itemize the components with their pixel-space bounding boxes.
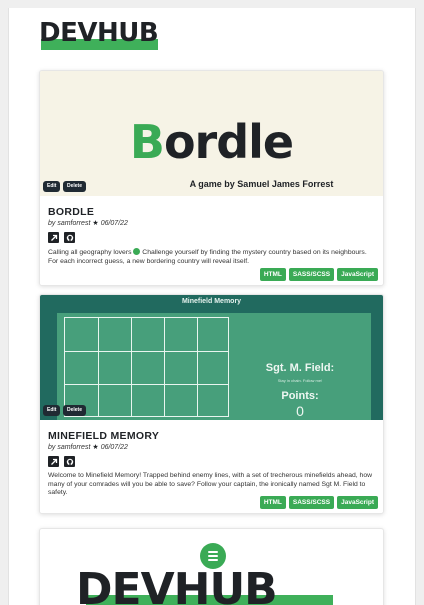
grid-line (197, 318, 198, 416)
thumbnail-points-label: Points: (281, 390, 319, 402)
project-card-bordle: Bordle A game by Samuel James Forrest Ed… (39, 70, 384, 286)
project-title[interactable]: MINEFIELD MEMORY (48, 430, 375, 442)
project-meta: by samforrest ★ 06/07/22 (48, 444, 375, 451)
tag-html[interactable]: HTML (259, 268, 286, 281)
project-thumbnail[interactable]: Minefield Memory Sgt. M. Field: Stay in … (40, 295, 383, 420)
star-icon[interactable]: ★ (92, 444, 98, 451)
tag-javascript[interactable]: JavaScript (337, 496, 378, 509)
project-author[interactable]: by samforrest (48, 444, 90, 451)
tag-javascript[interactable]: JavaScript (337, 268, 378, 281)
minefield-grid (64, 317, 229, 417)
tag-sass[interactable]: SASS/SCSS (288, 268, 335, 281)
external-link-icon[interactable] (48, 456, 59, 467)
project-title[interactable]: BORDLE (48, 206, 375, 218)
grid-line (65, 384, 228, 385)
project-tags: HTML SASS/SCSS JavaScript (259, 496, 378, 509)
grid-line (98, 318, 99, 416)
thumbnail-subtitle: A game by Samuel James Forrest (189, 179, 334, 189)
edit-button[interactable]: Edit (43, 405, 61, 416)
github-icon[interactable] (64, 232, 75, 243)
project-author[interactable]: by samforrest (48, 220, 90, 227)
thumbnail-title-first-letter: B (129, 115, 165, 169)
description-start: Calling all geography lovers (48, 249, 132, 256)
thumbnail-title-rest: ordle (163, 115, 294, 169)
chat-bubble-icon (200, 543, 226, 569)
project-description: Calling all geography lovers Challenge y… (48, 248, 375, 266)
thumbnail-logo-text: DEVHUB (76, 564, 278, 605)
project-meta: by samforrest ★ 06/07/22 (48, 220, 375, 227)
project-links (48, 232, 375, 243)
devhub-logo[interactable]: DEVHUB (39, 18, 159, 50)
thumbnail-title: Bordle (40, 116, 383, 168)
project-card-minefield-memory: Minefield Memory Sgt. M. Field: Stay in … (39, 294, 384, 514)
project-links (48, 456, 375, 467)
grid-line (131, 318, 132, 416)
project-card-devhub: DEVHUB (39, 528, 384, 605)
tag-html[interactable]: HTML (259, 496, 286, 509)
thumbnail-points-value: 0 (296, 403, 304, 419)
page: DEVHUB Bordle A game by Samuel James For… (8, 8, 416, 605)
delete-button[interactable]: Delete (63, 405, 87, 416)
grid-line (164, 318, 165, 416)
thumbnail-header: Minefield Memory (181, 298, 242, 305)
project-date: 06/07/22 (100, 444, 128, 451)
project-tags: HTML SASS/SCSS JavaScript (259, 268, 378, 281)
edit-button[interactable]: Edit (43, 181, 61, 192)
logo-text: DEVHUB (39, 18, 159, 48)
project-date: 06/07/22 (100, 220, 128, 227)
thumbnail-sgt-label: Sgt. M. Field: (265, 362, 335, 374)
delete-button[interactable]: Delete (63, 181, 87, 192)
github-icon[interactable] (64, 456, 75, 467)
project-description: Welcome to Minefield Memory! Trapped beh… (48, 472, 373, 497)
star-icon[interactable]: ★ (92, 220, 98, 227)
tag-sass[interactable]: SASS/SCSS (288, 496, 335, 509)
external-link-icon[interactable] (48, 232, 59, 243)
project-thumbnail[interactable]: Bordle A game by Samuel James Forrest Ed… (40, 71, 383, 196)
grid-line (65, 351, 228, 352)
globe-icon (133, 248, 141, 255)
thumbnail-sgt-text: Stay in chain. Follow me! (277, 378, 323, 383)
